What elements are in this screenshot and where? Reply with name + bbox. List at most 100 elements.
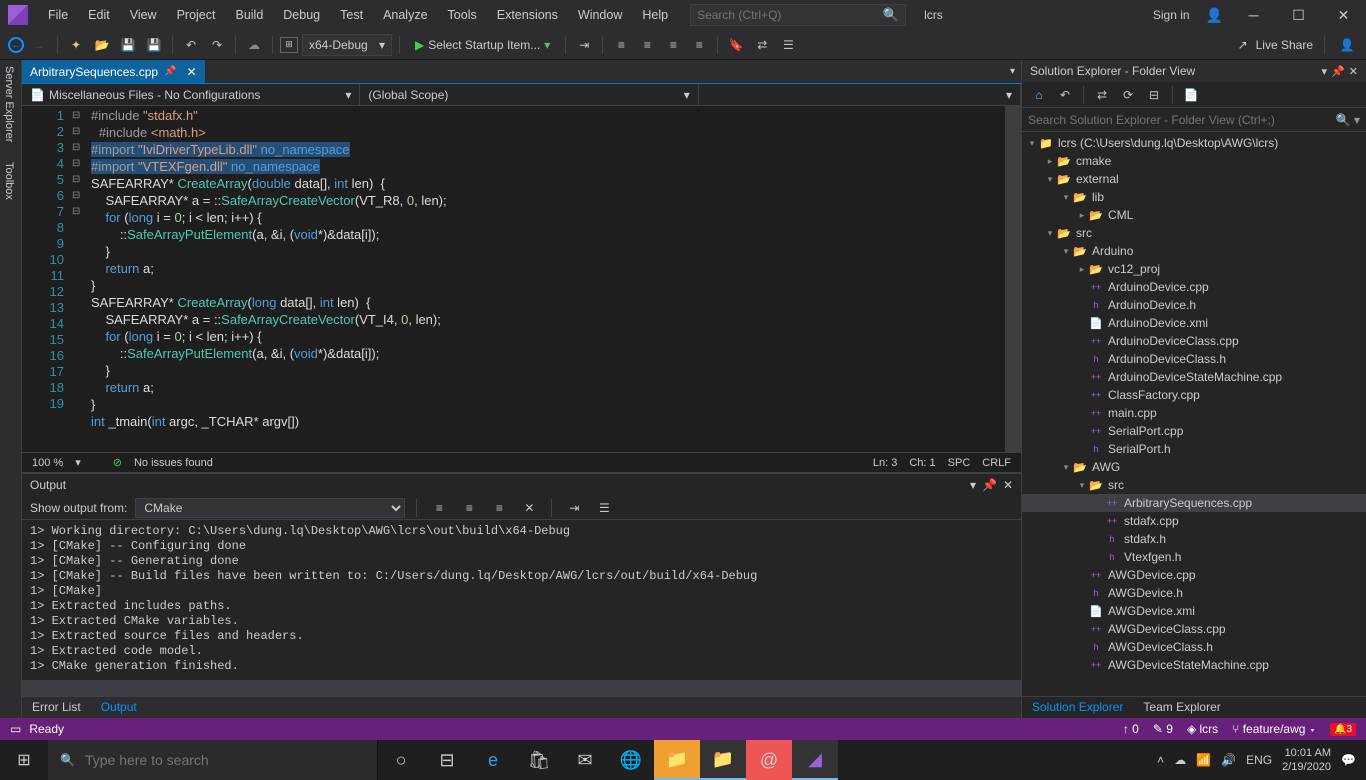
menu-test[interactable]: Test [330,4,373,26]
output-list-icon[interactable]: ☰ [593,497,615,519]
save-all-button[interactable]: 💾 [143,34,165,56]
sol-showall-icon[interactable]: 📄 [1180,84,1202,106]
tree-item[interactable]: ▸📂vc12_proj [1022,260,1366,278]
chrome-icon[interactable]: 🌐 [608,740,654,780]
menu-edit[interactable]: Edit [78,4,120,26]
menu-file[interactable]: File [38,4,78,26]
feedback-icon[interactable]: 👤 [1336,34,1358,56]
output-prev-icon[interactable]: ≡ [458,497,480,519]
menu-view[interactable]: View [120,4,167,26]
tree-item[interactable]: ▾📂external [1022,170,1366,188]
close-button[interactable]: ✕ [1321,0,1366,30]
sol-dropdown-icon[interactable]: ▾ [1322,65,1328,78]
indent-in-button[interactable]: ≡ [636,34,658,56]
menu-window[interactable]: Window [568,4,632,26]
app-icon[interactable]: @ [746,740,792,780]
tree-item[interactable]: hstdafx.h [1022,530,1366,548]
sol-back-icon[interactable]: ↶ [1054,84,1076,106]
menu-help[interactable]: Help [632,4,678,26]
tray-wifi-icon[interactable]: 📶 [1196,753,1211,767]
edge-icon[interactable]: e [470,740,516,780]
tree-item[interactable]: ++ArduinoDeviceStateMachine.cpp [1022,368,1366,386]
pin-icon[interactable]: 📌 [164,66,176,77]
uncomment-button[interactable]: ≡ [688,34,710,56]
new-item-button[interactable]: ✦ [65,34,87,56]
error-list-tab[interactable]: Error List [22,697,91,718]
output-goto-icon[interactable]: ≡ [428,497,450,519]
cloud-icon[interactable]: ☁ [243,34,265,56]
config-dropdown[interactable]: x64-Debug▾ [302,34,392,56]
solution-search-input[interactable] [1028,113,1336,127]
step-button[interactable]: ⇥ [573,34,595,56]
close-tab-icon[interactable]: ✕ [187,65,197,79]
bookmark-button[interactable]: 🔖 [725,34,747,56]
output-text[interactable]: 1> Working directory: C:\Users\dung.lq\D… [22,520,1021,680]
tray-clock[interactable]: 10:01 AM2/19/2020 [1282,746,1331,774]
tree-item[interactable]: hArduinoDeviceClass.h [1022,350,1366,368]
output-tab[interactable]: Output [91,697,147,718]
signin-link[interactable]: Sign in [1145,4,1198,26]
file-tab-active[interactable]: ArbitrarySequences.cpp 📌 ✕ [22,60,205,83]
sb-repo[interactable]: ◈ lcrs [1187,722,1218,736]
toggle-button[interactable]: ⇄ [751,34,773,56]
output-wrap-icon[interactable]: ⇥ [563,497,585,519]
sol-close-icon[interactable]: ✕ [1349,65,1358,78]
list-button[interactable]: ☰ [777,34,799,56]
platform-icon[interactable]: ⊞ [280,37,298,53]
sb-branch[interactable]: ⑂ feature/awg ▾ [1232,722,1316,736]
vs-taskbar-icon[interactable]: ◢ [792,740,838,780]
indent-out-button[interactable]: ≡ [610,34,632,56]
search-input[interactable] [697,8,883,22]
tree-item[interactable]: ++stdafx.cpp [1022,512,1366,530]
tree-item[interactable]: ▾📂AWG [1022,458,1366,476]
fold-gutter[interactable]: ⊟ ⊟ ⊟ ⊟ ⊟ ⊟ ⊟ [72,106,87,452]
tree-item[interactable]: ▸📂CML [1022,206,1366,224]
redo-button[interactable]: ↷ [206,34,228,56]
tray-lang[interactable]: ENG [1246,753,1272,767]
solution-search[interactable]: 🔍 ▾ [1022,108,1366,132]
zoom-level[interactable]: 100 % [32,457,63,469]
tree-item[interactable]: hArduinoDevice.h [1022,296,1366,314]
indent-mode[interactable]: SPC [948,457,971,469]
tree-item[interactable]: ▾📂src [1022,476,1366,494]
tree-item[interactable]: ++main.cpp [1022,404,1366,422]
team-explorer-tab[interactable]: Team Explorer [1133,697,1230,718]
tree-item[interactable]: hVtexfgen.h [1022,548,1366,566]
open-button[interactable]: 📂 [91,34,113,56]
tree-item[interactable]: ++SerialPort.cpp [1022,422,1366,440]
undo-button[interactable]: ↶ [180,34,202,56]
tree-item[interactable]: ▾📂lib [1022,188,1366,206]
taskbar-search-input[interactable] [85,752,365,768]
line-ending[interactable]: CRLF [982,457,1011,469]
sol-home-icon[interactable]: ⌂ [1028,84,1050,106]
context-project[interactable]: 📄 Miscellaneous Files - No Configuration… [22,84,360,105]
tray-up-icon[interactable]: ˄ [1157,753,1164,767]
tree-item[interactable]: ▾📂Arduino [1022,242,1366,260]
mail-icon[interactable]: ✉ [562,740,608,780]
sb-changes[interactable]: ✎ 9 [1153,722,1173,736]
tray-cloud-icon[interactable]: ☁ [1174,753,1186,767]
tree-item[interactable]: hAWGDeviceClass.h [1022,638,1366,656]
liveshare-button[interactable]: Live Share [1256,38,1313,52]
store-icon[interactable]: 🛍 [516,740,562,780]
sol-pin-icon[interactable]: 📌 [1331,65,1345,78]
output-clear-icon[interactable]: ✕ [518,497,540,519]
quick-search[interactable]: 🔍 [690,4,906,26]
start-button[interactable]: ▶ Select Startup Item... ▾ [407,38,558,52]
output-dropdown-icon[interactable]: ▾ [970,478,976,492]
taskview-icon[interactable]: ⊟ [424,740,470,780]
sol-refresh-icon[interactable]: ⟳ [1117,84,1139,106]
user-icon[interactable]: 👤 [1206,7,1223,24]
menu-debug[interactable]: Debug [273,4,330,26]
tree-item[interactable]: hSerialPort.h [1022,440,1366,458]
server-explorer-tab[interactable]: Server Explorer [3,66,18,142]
tree-item[interactable]: ++ArduinoDeviceClass.cpp [1022,332,1366,350]
solution-tree[interactable]: ▾📁 lcrs (C:\Users\dung.lq\Desktop\AWG\lc… [1022,132,1366,696]
tree-item[interactable]: 📄ArduinoDevice.xmi [1022,314,1366,332]
output-pin-icon[interactable]: 📌 [982,478,997,492]
context-scope[interactable]: (Global Scope)▾ [360,84,698,105]
zoom-dropdown-icon[interactable]: ▾ [75,456,81,469]
save-button[interactable]: 💾 [117,34,139,56]
tree-item[interactable]: ++ArbitrarySequences.cpp [1022,494,1366,512]
nav-back-button[interactable]: ← [8,37,24,53]
